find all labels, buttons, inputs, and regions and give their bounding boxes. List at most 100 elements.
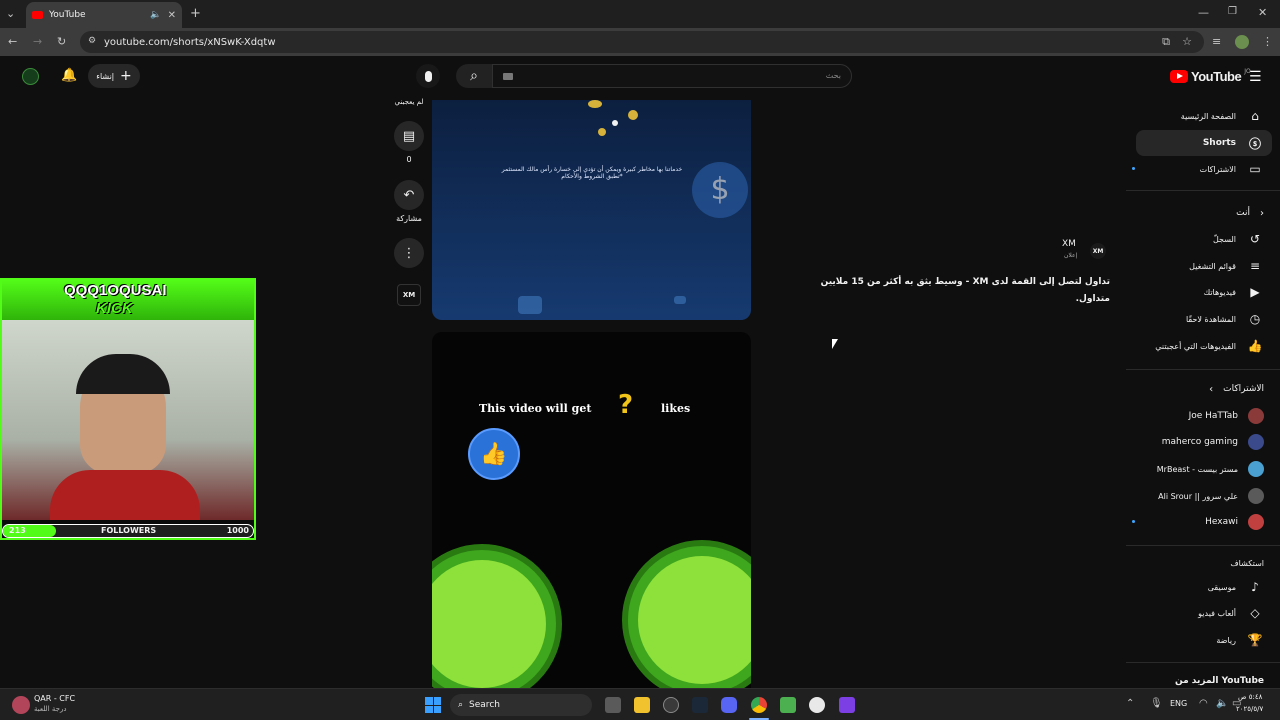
- notifications-bell-icon[interactable]: 🔔: [61, 68, 77, 83]
- channel-avatar: [1248, 408, 1264, 424]
- keyboard-icon[interactable]: [503, 73, 513, 80]
- ad-title[interactable]: تداول لتصل إلى القمة لدى XM - وسيط يثق ب…: [818, 274, 1110, 308]
- windows-taskbar: QAR - CFC درجة اللعبة ⌕ Search ⌃ 🎙 ENG ◠…: [0, 688, 1280, 720]
- sidebar-item-label: فيديوهاتك: [1203, 287, 1236, 297]
- sidebar-item-shorts[interactable]: Shorts ⓢ: [1136, 131, 1264, 155]
- sidebar-item-music[interactable]: موسيقى ♪: [1136, 575, 1264, 599]
- language-indicator[interactable]: ENG: [1170, 699, 1187, 708]
- microphone-icon: [424, 70, 432, 82]
- sidebar-item-subscriptions[interactable]: الاشتراكات ▭: [1132, 157, 1264, 181]
- comments-button[interactable]: ▤: [394, 121, 424, 151]
- bookmark-star-icon[interactable]: ☆: [1182, 35, 1192, 48]
- sidebar-item-sports[interactable]: رياضة 🏆: [1136, 628, 1264, 652]
- sidebar-item-watch-later[interactable]: المشاهدة لاحقًا ◷: [1136, 307, 1264, 331]
- new-tab-icon[interactable]: +: [190, 6, 201, 21]
- taskbar-search[interactable]: ⌕ Search: [450, 694, 592, 716]
- window-close-icon[interactable]: ✕: [1258, 6, 1267, 19]
- sidebar-explore-heading: استكشاف: [1136, 551, 1264, 575]
- browser-tab[interactable]: YouTube 🔈 ✕: [26, 2, 182, 28]
- channel-name: Ali Srour || علي سرور: [1158, 491, 1238, 501]
- sidebar-item-gaming[interactable]: ألعاب فيديو ◇: [1136, 601, 1264, 625]
- tab-search-icon[interactable]: ⌄: [6, 7, 15, 20]
- tray-overflow-icon[interactable]: ⌃: [1126, 698, 1134, 709]
- search-input[interactable]: بحث: [492, 64, 852, 88]
- advertiser-name[interactable]: XM: [1062, 239, 1076, 249]
- file-explorer-icon[interactable]: [634, 697, 650, 713]
- subscription-item[interactable]: Hexawi: [1132, 510, 1264, 534]
- sidebar-you-heading[interactable]: أنت ›: [1136, 201, 1264, 225]
- back-icon[interactable]: ←: [8, 35, 17, 48]
- microphone-tray-icon[interactable]: 🎙: [1150, 698, 1163, 709]
- browser-menu-icon[interactable]: ⋮: [1262, 35, 1273, 48]
- weather-icon[interactable]: [12, 696, 30, 714]
- weather-title[interactable]: QAR - CFC: [34, 694, 75, 703]
- chrome-icon[interactable]: [751, 697, 767, 713]
- restore-icon[interactable]: ❐: [1228, 6, 1237, 17]
- sidebar-item-home[interactable]: الصفحة الرئيسية ⌂: [1136, 104, 1264, 128]
- create-button[interactable]: إنشاء +: [88, 64, 140, 88]
- task-view-icon[interactable]: [605, 697, 621, 713]
- advertiser-logo[interactable]: XM: [1090, 243, 1106, 259]
- steam-icon[interactable]: [692, 697, 708, 713]
- subscription-item[interactable]: maherco gaming: [1136, 430, 1264, 454]
- sidebar-divider: [1126, 662, 1280, 663]
- watch-later-icon: ◷: [1249, 312, 1261, 326]
- address-bar[interactable]: ⚙ youtube.com/shorts/xNSwK-Xdqtw ⧉ ☆: [80, 31, 1204, 53]
- video-editor-icon[interactable]: [839, 697, 855, 713]
- search-icon: ⌕: [470, 68, 478, 84]
- reload-icon[interactable]: ↻: [57, 35, 66, 48]
- xbox-icon[interactable]: [780, 697, 796, 713]
- forward-icon[interactable]: →: [33, 35, 42, 48]
- clock-date[interactable]: ٢٠٢٥/٥/٧: [1236, 705, 1263, 713]
- shorts-icon: ⓢ: [1248, 136, 1261, 151]
- search-button[interactable]: ⌕: [456, 64, 492, 88]
- tab-audio-icon[interactable]: 🔈: [150, 10, 161, 20]
- kick-logo: KICK: [96, 300, 133, 317]
- tab-close-icon[interactable]: ✕: [168, 10, 176, 21]
- mouse-cursor-icon: [832, 339, 838, 349]
- chevron-left-icon: ›: [1260, 207, 1264, 219]
- subscription-item[interactable]: MrBeast - مستر بيست: [1136, 457, 1264, 481]
- ad-disclaimer: خدماتنا بها مخاطر كبيرة ويمكن أن تؤدي إل…: [472, 166, 712, 180]
- plus-icon: +: [120, 68, 132, 84]
- ad-video-player[interactable]: $ خدماتنا بها مخاطر كبيرة ويمكن أن تؤدي …: [432, 100, 751, 320]
- account-avatar[interactable]: [22, 68, 39, 85]
- question-mark-icon: ?: [618, 390, 634, 420]
- lime-slice-left: [432, 544, 562, 688]
- obs-icon[interactable]: [809, 697, 825, 713]
- wifi-icon[interactable]: ◠: [1199, 698, 1208, 709]
- reading-list-icon[interactable]: ≡: [1212, 35, 1221, 48]
- sidebar-item-history[interactable]: السجلّ ↺: [1136, 227, 1264, 251]
- sidebar-item-playlists[interactable]: قوائم التشغيل ≡: [1136, 254, 1264, 278]
- sidebar-item-liked-videos[interactable]: الفيديوهات التي أعجبتني 👍: [1136, 334, 1264, 358]
- ad-disclaimer-line: *تطبق الشروط والأحكام: [561, 173, 623, 180]
- app-icon[interactable]: [663, 697, 679, 713]
- subscription-item[interactable]: Joe HaTTab: [1136, 404, 1264, 428]
- install-icon[interactable]: ⧉: [1162, 35, 1170, 49]
- youtube-logo[interactable]: YouTube JO: [1170, 68, 1251, 84]
- subscription-item[interactable]: Ali Srour || علي سرور: [1136, 484, 1264, 508]
- channel-avatar: [1248, 488, 1264, 504]
- minimize-icon[interactable]: —: [1198, 6, 1209, 19]
- share-button[interactable]: ↶: [394, 180, 424, 210]
- clock-time[interactable]: ٥:٤٨ ص: [1238, 693, 1262, 701]
- site-info-icon[interactable]: ⚙: [88, 36, 96, 46]
- advertiser-channel-icon[interactable]: XM: [397, 284, 421, 306]
- profile-avatar[interactable]: [1235, 35, 1249, 49]
- youtube-page: ☰ YouTube JO بحث ⌕ إنشاء + 🔔 الصفحة الرئ…: [0, 56, 1280, 688]
- sidebar-item-label: Shorts: [1202, 138, 1236, 148]
- discord-icon[interactable]: [721, 697, 737, 713]
- sidebar-heading-label: الاشتراكات: [1223, 384, 1264, 394]
- advertiser-logo-text: XM: [1092, 247, 1104, 255]
- dislike-label: لم يعجبني: [394, 98, 424, 106]
- video-caption-left: This video will get: [479, 402, 592, 415]
- voice-search-button[interactable]: [416, 64, 440, 88]
- sidebar-subscriptions-heading[interactable]: ‹ الاشتراكات: [1136, 377, 1264, 401]
- short-video-player[interactable]: This video will get ? likes 👍: [432, 332, 751, 688]
- youtube-favicon-icon: [32, 11, 43, 19]
- coin-graphic: [588, 100, 602, 108]
- volume-icon[interactable]: 🔈: [1216, 698, 1228, 709]
- start-button[interactable]: [425, 697, 441, 713]
- sidebar-item-your-videos[interactable]: فيديوهاتك ▶: [1136, 280, 1264, 304]
- more-actions-button[interactable]: ⋮: [394, 238, 424, 268]
